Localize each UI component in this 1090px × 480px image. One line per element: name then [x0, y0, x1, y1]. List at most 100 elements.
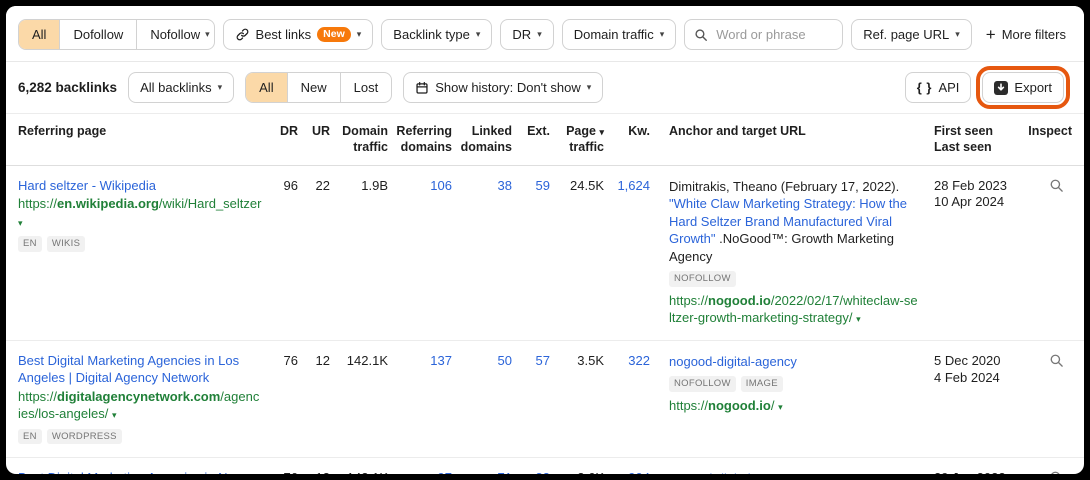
ur-value: 13 [304, 470, 336, 474]
nofollow-badge: NOFOLLOW [669, 376, 736, 392]
export-highlight-box: Export [976, 66, 1070, 109]
referring-page-link[interactable]: Hard seltzer - Wikipedia [18, 178, 262, 195]
filter-dofollow[interactable]: Dofollow [59, 20, 136, 49]
filter-dofollow-label: Dofollow [73, 27, 124, 42]
referring-domains-link[interactable]: 137 [394, 353, 458, 370]
all-backlinks-label: All backlinks [140, 80, 212, 95]
ext-link[interactable]: 59 [518, 178, 556, 195]
url-scheme: https:// [669, 292, 709, 308]
search-input[interactable] [714, 26, 834, 43]
inspect-cell [1028, 470, 1072, 474]
platform-badge: WIKIS [46, 236, 86, 252]
col-last-seen-label: Last seen [934, 140, 992, 155]
referring-page-link[interactable]: Best Digital Marketing Agencies in New Y… [18, 470, 262, 474]
all-backlinks-dropdown[interactable]: All backlinks ▾ [128, 72, 235, 103]
col-first-seen-label: First seen [934, 124, 994, 138]
col-anchor[interactable]: Anchor and target URL [656, 123, 932, 156]
col-referring-domains[interactable]: Referring domains [394, 123, 458, 156]
export-button[interactable]: Export [982, 72, 1064, 103]
filter-bar: All Dofollow Nofollow ▾ Best links New ▾ … [6, 6, 1084, 62]
referring-domains-link[interactable]: 97 [394, 470, 458, 474]
best-links-button[interactable]: Best links New ▾ [222, 19, 374, 50]
toggle-all[interactable]: All [246, 73, 287, 102]
col-inspect: Inspect [1028, 124, 1072, 138]
ref-page-url-label: Ref. page URL [863, 27, 950, 42]
anchor-cell: Dimitrakis, Theano (February 17, 2022). … [656, 178, 932, 327]
referring-domains-link[interactable]: 106 [394, 178, 458, 195]
col-first-last-seen[interactable]: First seen Last seen [932, 123, 1028, 156]
inspect-magnifier-icon[interactable] [1049, 353, 1064, 368]
col-ur[interactable]: UR [304, 123, 336, 156]
link-icon [235, 27, 250, 42]
linked-domains-link[interactable]: 71 [458, 470, 518, 474]
referring-page-url: https://digitalagencynetwork.com/agencie… [18, 388, 262, 423]
first-seen-value: 29 Jan 2022 [934, 470, 1028, 474]
inspect-cell [1028, 178, 1072, 193]
col-linked-domains[interactable]: Linked domains [458, 123, 518, 156]
chevron-down-icon: ▾ [356, 29, 362, 39]
anchor-text: Dimitrakis, Theano (February 17, 2022). … [669, 178, 918, 266]
url-dropdown-icon[interactable]: ▾ [18, 218, 23, 228]
nofollow-badge: NOFOLLOW [669, 271, 736, 287]
ur-value: 12 [315, 352, 330, 368]
col-domain-traffic[interactable]: Domain traffic [336, 123, 394, 156]
referring-page-link[interactable]: Best Digital Marketing Agencies in Los A… [18, 353, 262, 387]
seen-dates-cell: 29 Jan 2022 5 Feb 2024 [932, 470, 1028, 474]
table-row: Hard seltzer - Wikipedia https://en.wiki… [6, 166, 1084, 341]
col-ext[interactable]: Ext. [518, 123, 556, 156]
col-dr[interactable]: DR [268, 123, 304, 156]
url-dropdown-icon[interactable]: ▾ [112, 410, 117, 420]
language-badge: EN [18, 428, 42, 445]
results-toolbar: 6,282 backlinks All backlinks ▾ All New … [6, 62, 1084, 113]
col-page-traffic[interactable]: Page ▾ traffic [556, 123, 610, 156]
dr-filter-button[interactable]: DR ▾ [500, 19, 554, 50]
ref-page-url-button[interactable]: Ref. page URL ▾ [851, 19, 972, 50]
filter-nofollow-label: Nofollow [150, 27, 201, 42]
seen-dates-cell: 5 Dec 2020 4 Feb 2024 [932, 353, 1028, 387]
url-path: /wiki/Hard_seltzer [158, 196, 262, 212]
backlink-type-button[interactable]: Backlink type ▾ [381, 19, 493, 50]
export-label: Export [1014, 80, 1052, 95]
kw-link[interactable]: 322 [610, 353, 656, 370]
table-header: Referring page DR UR Domain traffic Refe… [6, 113, 1084, 166]
toggle-lost[interactable]: Lost [339, 73, 392, 102]
url-dropdown-icon[interactable]: ▾ [856, 314, 861, 324]
linked-domains-link[interactable]: 38 [458, 178, 518, 195]
domain-traffic-value: 142.1K [346, 352, 388, 368]
new-badge: New [317, 26, 351, 43]
domain-traffic-filter-button[interactable]: Domain traffic ▾ [561, 19, 677, 50]
referring-page-cell: Hard seltzer - Wikipedia https://en.wiki… [18, 178, 268, 252]
last-seen-value: 10 Apr 2024 [934, 194, 1005, 210]
show-history-dropdown[interactable]: Show history: Don't show ▾ [403, 72, 604, 103]
export-file-icon [994, 80, 1009, 95]
filter-all[interactable]: All [19, 20, 60, 49]
anchor-link[interactable]: nogood-digital-agency [669, 471, 797, 474]
url-dropdown-icon[interactable]: ▾ [778, 402, 783, 412]
ur-value: 22 [315, 177, 330, 193]
toggle-new[interactable]: New [286, 73, 340, 102]
url-path: / [770, 397, 775, 413]
referring-page-url: https://en.wikipedia.org/wiki/Hard_seltz… [18, 195, 262, 230]
more-filters-button[interactable]: + More filters [979, 19, 1072, 50]
col-kw[interactable]: Kw. [610, 123, 656, 156]
plus-icon: + [985, 25, 996, 44]
anchor-badges: NOFOLLOW IMAGE [669, 376, 918, 392]
search-icon [694, 28, 708, 42]
inspect-magnifier-icon[interactable] [1049, 470, 1064, 474]
domain-traffic-value: 142.1K [336, 470, 394, 474]
url-scheme: https:// [18, 388, 58, 404]
inspect-magnifier-icon[interactable] [1049, 178, 1064, 193]
col-referring-page[interactable]: Referring page [18, 123, 268, 156]
dr-value: 76 [283, 352, 298, 368]
linked-domains-link[interactable]: 50 [458, 353, 518, 370]
backlinks-report-panel: All Dofollow Nofollow ▾ Best links New ▾ … [6, 6, 1084, 474]
ext-link[interactable]: 57 [518, 353, 556, 370]
anchor-link[interactable]: nogood-digital-agency [669, 354, 797, 369]
kw-link[interactable]: 904 [610, 470, 656, 474]
filter-nofollow[interactable]: Nofollow ▾ [136, 20, 213, 49]
col-page-traffic-line2: traffic [569, 140, 604, 155]
kw-link[interactable]: 1,624 [610, 178, 656, 195]
chevron-down-icon: ▾ [217, 82, 223, 92]
api-button[interactable]: { } API [904, 72, 972, 103]
ext-link[interactable]: 83 [518, 470, 556, 474]
